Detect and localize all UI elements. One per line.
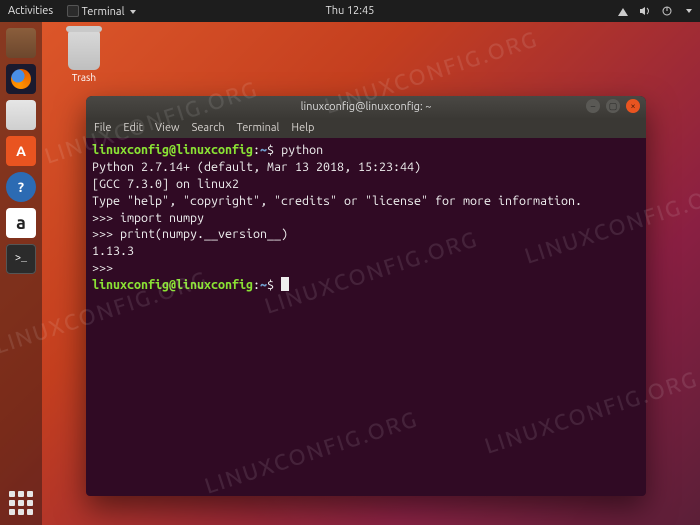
app-menu[interactable]: Terminal	[67, 5, 136, 18]
terminal-line: 1.13.3	[92, 243, 640, 260]
menu-view[interactable]: View	[155, 122, 180, 134]
trash-label: Trash	[54, 72, 114, 83]
menu-terminal[interactable]: Terminal	[237, 122, 280, 134]
app-menu-label: Terminal	[82, 6, 125, 18]
terminal-menubar: File Edit View Search Terminal Help	[86, 118, 646, 138]
menu-edit[interactable]: Edit	[123, 122, 143, 134]
dock-firefox-icon[interactable]	[6, 64, 36, 94]
terminal-line: Type "help", "copyright", "credits" or "…	[92, 193, 640, 210]
network-icon	[617, 5, 629, 17]
dock-amazon-icon[interactable]	[6, 208, 36, 238]
chevron-down-icon	[686, 9, 692, 13]
window-titlebar[interactable]: linuxconfig@linuxconfig: ~ – ▢ ×	[86, 96, 646, 118]
terminal-line: >>> import numpy	[92, 210, 640, 227]
dock-software-icon[interactable]	[6, 136, 36, 166]
activities-button[interactable]: Activities	[8, 5, 53, 17]
window-maximize-button[interactable]: ▢	[606, 99, 620, 113]
show-applications-icon[interactable]	[9, 491, 33, 515]
dock-help-icon[interactable]	[6, 172, 36, 202]
menu-help[interactable]: Help	[291, 122, 314, 134]
dock-files-icon[interactable]	[6, 28, 36, 58]
menu-search[interactable]: Search	[192, 122, 225, 134]
chevron-down-icon	[130, 10, 136, 14]
system-tray[interactable]	[617, 5, 692, 17]
terminal-line: [GCC 7.3.0] on linux2	[92, 176, 640, 193]
terminal-body[interactable]: linuxconfig@linuxconfig:~$ pythonPython …	[86, 138, 646, 496]
dock-terminal-icon[interactable]	[6, 244, 36, 274]
terminal-indicator-icon	[67, 5, 79, 17]
window-close-button[interactable]: ×	[626, 99, 640, 113]
volume-icon	[639, 5, 651, 17]
dock	[0, 22, 42, 525]
terminal-line: linuxconfig@linuxconfig:~$	[92, 277, 640, 294]
terminal-window: linuxconfig@linuxconfig: ~ – ▢ × File Edi…	[86, 96, 646, 496]
top-panel: Activities Terminal Thu 12:45	[0, 0, 700, 22]
trash-icon	[68, 30, 100, 70]
window-minimize-button[interactable]: –	[586, 99, 600, 113]
cursor	[281, 277, 289, 291]
power-icon	[661, 5, 673, 17]
menu-file[interactable]: File	[94, 122, 111, 134]
dock-nautilus-icon[interactable]	[6, 100, 36, 130]
terminal-line: >>> print(numpy.__version__)	[92, 226, 640, 243]
terminal-line: linuxconfig@linuxconfig:~$ python	[92, 142, 640, 159]
trash-desktop-icon[interactable]: Trash	[54, 30, 114, 83]
terminal-line: >>>	[92, 260, 640, 277]
terminal-line: Python 2.7.14+ (default, Mar 13 2018, 15…	[92, 159, 640, 176]
clock[interactable]: Thu 12:45	[326, 5, 375, 17]
window-title: linuxconfig@linuxconfig: ~	[301, 101, 432, 113]
